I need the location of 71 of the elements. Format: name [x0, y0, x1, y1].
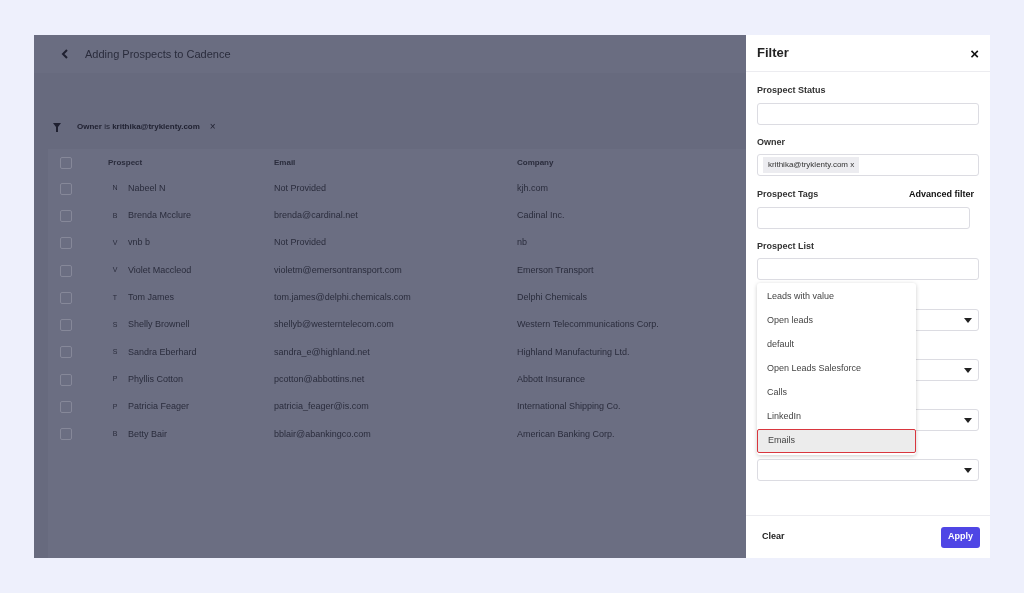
- checkbox[interactable]: [60, 319, 72, 332]
- table-cell-text: violetm@emersontransport.com: [274, 263, 403, 277]
- caret-icon: [964, 417, 972, 423]
- table-cell: International Shipping Co.: [517, 400, 621, 414]
- prospect-name: Phyllis Cotton: [128, 372, 184, 386]
- checkbox[interactable]: [60, 157, 72, 169]
- dropdown-option[interactable]: default: [757, 333, 916, 357]
- owner-tag[interactable]: krithika@tryklenty.com x: [763, 157, 860, 173]
- prospect-name: Tom James: [128, 291, 174, 305]
- table-cell-text: Abbott Insurance: [517, 372, 586, 386]
- checkbox[interactable]: [60, 401, 72, 413]
- table-cell: Cadinal Inc.: [517, 209, 565, 223]
- table-cell-text: Not Provided: [274, 236, 328, 250]
- close-button[interactable]: ×: [970, 45, 979, 61]
- dropdown-option[interactable]: Leads with value: [757, 285, 916, 309]
- field-label: Prospect Tags: [757, 188, 819, 201]
- table-cell-text: brenda@cardinal.net: [274, 209, 359, 223]
- caret-icon: [964, 467, 972, 473]
- table-cell-text: tom.james@delphi.chemicals.com: [274, 291, 412, 305]
- column-header: Email: [274, 157, 297, 169]
- apply-button[interactable]: Apply: [941, 526, 980, 548]
- table-cell-text: shellyb@westerntelecom.com: [274, 318, 395, 332]
- table-cell-text: Highland Manufacturing Ltd.: [517, 345, 630, 359]
- table-cell-text: patricia_feager@is.com: [274, 400, 370, 414]
- page-title: Adding Prospects to Cadence: [85, 46, 231, 62]
- field-label: Prospect Status: [757, 84, 827, 97]
- column-header: Prospect: [108, 157, 144, 169]
- tags-field[interactable]: [757, 206, 970, 229]
- table-cell: Western Telecommunications Corp.: [517, 318, 659, 332]
- table-cell: Delphi Chemicals: [517, 291, 588, 305]
- checkbox[interactable]: [60, 373, 72, 386]
- table-cell-text: Emerson Transport: [517, 263, 594, 277]
- prospect-name: Brenda Mcclure: [128, 209, 192, 223]
- checkbox[interactable]: [60, 264, 72, 277]
- dropdown-option[interactable]: Open Leads Salesforce: [757, 357, 916, 381]
- table-cell-text: Not Provided: [274, 181, 328, 195]
- owner-field[interactable]: krithika@tryklenty.com x: [757, 154, 979, 176]
- checkbox[interactable]: [60, 209, 72, 222]
- back-icon[interactable]: [61, 49, 69, 59]
- status-field[interactable]: [757, 102, 979, 125]
- field-label: Prospect List: [757, 239, 815, 253]
- checkbox[interactable]: [60, 291, 72, 304]
- prospect-name: Nabeel N: [128, 181, 166, 195]
- table-cell-text: kjh.com: [517, 181, 548, 195]
- caret-icon: [964, 317, 972, 323]
- field-label: Owner: [757, 135, 786, 149]
- prospect-name: Shelly Brownell: [128, 318, 190, 332]
- table-cell-text: bblair@abankingco.com: [274, 427, 372, 441]
- advanced-filter-link[interactable]: Advanced filter: [908, 188, 974, 202]
- dropdown-option[interactable]: LinkedIn: [757, 405, 916, 429]
- prospect-name: Patricia Feager: [128, 400, 190, 414]
- table-cell-text: pcotton@abbottins.net: [274, 372, 366, 386]
- clear-button[interactable]: Clear: [762, 530, 785, 544]
- caret-icon: [964, 367, 972, 373]
- table-cell-text: sandra_e@highland.net: [274, 345, 371, 359]
- panel-title: Filter: [757, 44, 789, 63]
- list-field[interactable]: [757, 258, 979, 280]
- filter-icon: [53, 122, 61, 132]
- checkbox[interactable]: [60, 182, 72, 195]
- prospect-name: Violet Maccleod: [128, 263, 192, 277]
- checkbox[interactable]: [60, 237, 72, 250]
- checkbox[interactable]: [60, 346, 72, 359]
- dropdown-option[interactable]: Emails: [757, 429, 916, 453]
- prospect-name: Betty Bair: [128, 427, 167, 441]
- table-cell-text: American Banking Corp.: [517, 427, 615, 441]
- dropdown-option[interactable]: Calls: [757, 381, 916, 405]
- select-field[interactable]: [757, 459, 979, 481]
- checkbox[interactable]: [60, 428, 72, 441]
- column-header: Company: [517, 157, 554, 169]
- prospect-name: Sandra Eberhard: [128, 345, 197, 359]
- dropdown-option[interactable]: Open leads: [757, 309, 916, 333]
